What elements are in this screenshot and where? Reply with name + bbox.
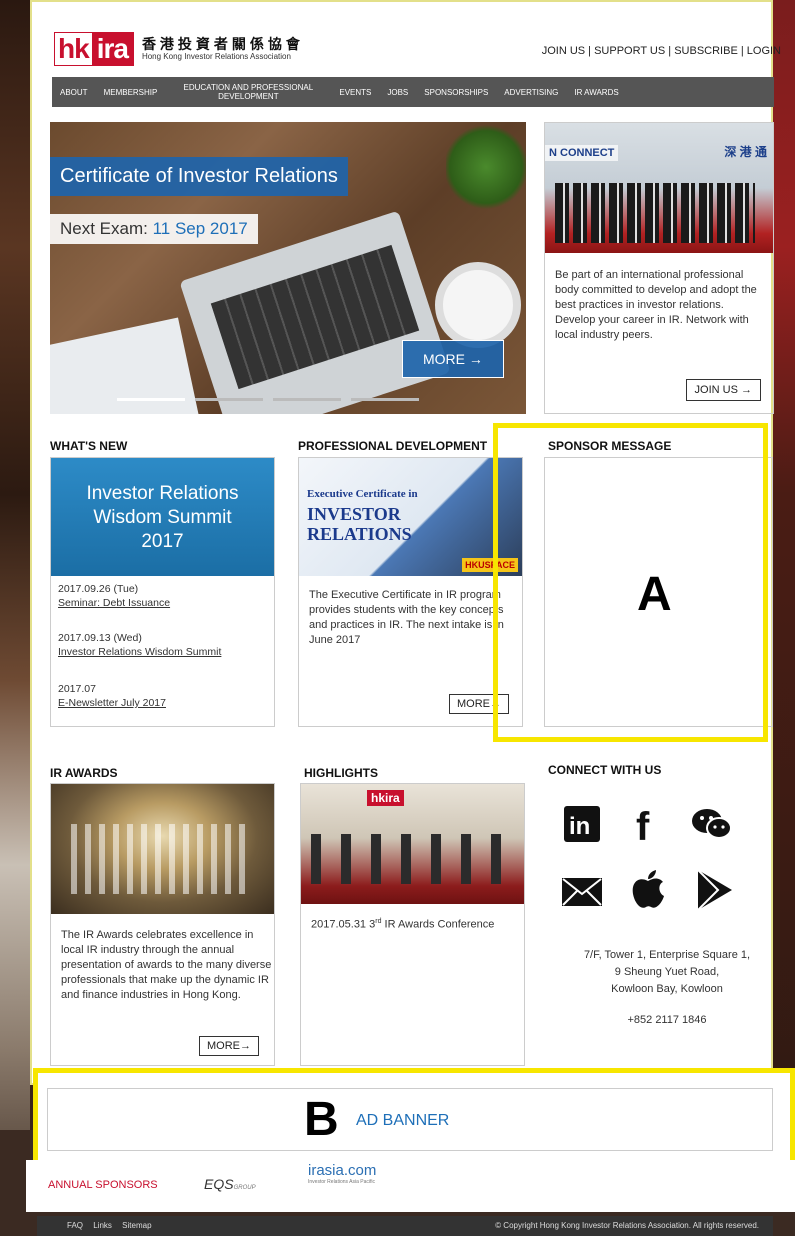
svg-text:in: in [569,813,590,840]
svg-text:f: f [636,805,650,844]
logo-english-name: Hong Kong Investor Relations Association [141,52,291,61]
promo-photo-cn: 深 港 通 [724,145,767,159]
background-photo-left [0,0,30,1236]
main-nav: ABOUT MEMBERSHIP EDUCATION AND PROFESSIO… [52,77,774,107]
contact-phone: +852 2117 1846 [627,1014,707,1026]
logo-chinese-name: 香港投資者關係協會 [141,36,304,52]
footer-faq-link[interactable]: FAQ [67,1221,83,1230]
logo-mark: hk ira [54,32,134,66]
hero-carousel[interactable]: Certificate of Investor Relations Next E… [50,122,526,414]
nav-events[interactable]: EVENTS [331,88,379,97]
prof-dev-text: The Executive Certificate in IR program … [309,589,504,646]
hero-title: Certificate of Investor Relations [50,157,348,196]
annual-sponsors-bar: ANNUAL SPONSORS EQSGROUP irasia.com Inves… [26,1160,795,1212]
apple-icon[interactable] [624,868,672,912]
background-photo-right [773,0,795,1236]
prof-dev-card: Executive Certificate in INVESTOR RELATI… [298,457,523,727]
news-item[interactable]: 2017.09.26 (Tue) Seminar: Debt Issuance [58,582,170,610]
footer-links-link[interactable]: Links [93,1221,112,1230]
connect-title: CONNECT WITH US [548,763,662,777]
promo-photo-label: N CONNECT [545,145,619,161]
carousel-dot[interactable] [117,398,185,401]
nav-advertising[interactable]: ADVERTISING [496,88,566,97]
promo-text: Be part of an international professional… [555,269,757,341]
facebook-icon[interactable]: f [622,802,670,846]
news-item[interactable]: 2017.07 E-Newsletter July 2017 [58,682,166,710]
prof-dev-title: PROFESSIONAL DEVELOPMENT [298,439,488,453]
news-item[interactable]: 2017.09.13 (Wed) Investor Relations Wisd… [58,631,221,659]
summit-banner[interactable]: Investor Relations Wisdom Summit 2017 [51,458,274,576]
ad-banner-label: AD BANNER [356,1112,450,1129]
footer-copyright: © Copyright Hong Kong Investor Relations… [495,1221,759,1230]
nav-about[interactable]: ABOUT [52,88,96,97]
hero-exam: Next Exam: 11 Sep 2017 [50,214,258,244]
wechat-icon[interactable] [688,802,736,846]
nav-membership[interactable]: MEMBERSHIP [96,88,166,97]
membership-promo: N CONNECT 深 港 通 Be part of an internatio… [544,122,774,414]
highlights-photo[interactable]: hkira [301,784,524,904]
contact-address: 7/F, Tower 1, Enterprise Square 1, 9 She… [552,947,782,1029]
logo-ira: ira [91,33,133,65]
highlights-card: hkira 2017.05.31 3rd IR Awards Conferenc… [300,783,525,1066]
highlights-caption[interactable]: 2017.05.31 3rd IR Awards Conference [311,914,516,933]
footer: FAQ Links Sitemap © Copyright Hong Kong … [37,1216,773,1236]
ir-awards-photo[interactable] [51,784,274,914]
carousel-dot[interactable] [351,398,419,401]
site-logo[interactable]: hk ira 香港投資者關係協會 Hong Kong Investor Rela… [54,32,304,66]
nav-ir-awards[interactable]: IR AWARDS [566,88,626,97]
hero-exam-date: 11 Sep 2017 [152,219,248,238]
annotation-box-a [493,423,768,742]
google-play-icon[interactable] [690,868,738,912]
logo-hk: hk [55,33,92,65]
ir-awards-more-button[interactable]: MORE→ [199,1036,259,1056]
carousel-dot[interactable] [273,398,341,401]
eqs-logo[interactable]: EQSGROUP [204,1176,256,1192]
footer-sitemap-link[interactable]: Sitemap [122,1221,151,1230]
ir-awards-title: IR AWARDS [50,766,118,780]
join-us-link[interactable]: JOIN US [542,45,585,57]
nav-sponsorships[interactable]: SPONSORSHIPS [416,88,496,97]
exec-cert-banner[interactable]: Executive Certificate in INVESTOR RELATI… [299,458,522,576]
ir-awards-text: The IR Awards celebrates excellence in l… [61,929,272,1001]
linkedin-icon[interactable]: in [558,802,606,846]
irasia-logo[interactable]: irasia.com Investor Relations Asia Pacifi… [308,1162,376,1185]
ir-awards-card: The IR Awards celebrates excellence in l… [50,783,275,1066]
whats-new-card: Investor Relations Wisdom Summit 2017 20… [50,457,275,727]
annual-sponsors-label: ANNUAL SPONSORS [48,1179,158,1191]
nav-education[interactable]: EDUCATION AND PROFESSIONAL DEVELOPMENT [165,83,331,101]
whats-new-title: WHAT'S NEW [50,439,128,453]
carousel-dot[interactable] [195,398,263,401]
nav-jobs[interactable]: JOBS [379,88,416,97]
join-us-button[interactable]: JOIN US → [685,379,761,401]
email-icon[interactable] [558,870,606,914]
login-link[interactable]: LOGIN [747,45,781,57]
support-us-link[interactable]: SUPPORT US [594,45,665,57]
carousel-dots [117,398,419,401]
highlights-title: HIGHLIGHTS [304,766,378,780]
promo-photo: N CONNECT 深 港 通 [545,123,773,253]
annotation-b: B [304,1093,339,1146]
top-links: JOIN US | SUPPORT US | SUBSCRIBE | LOGIN [541,45,781,57]
subscribe-link[interactable]: SUBSCRIBE [674,45,738,57]
hero-more-button[interactable]: MORE → [402,340,504,378]
